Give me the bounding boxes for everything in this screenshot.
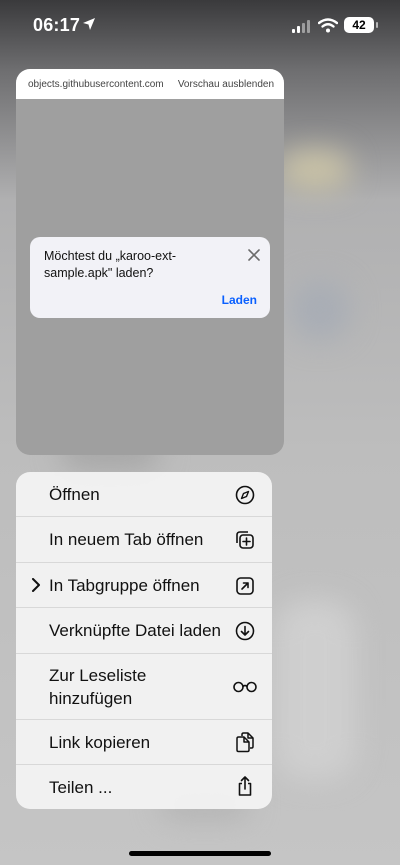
copy-documents-icon bbox=[236, 732, 254, 753]
wifi-icon bbox=[318, 18, 338, 33]
preview-url: objects.githubusercontent.com bbox=[28, 78, 164, 90]
share-icon bbox=[238, 776, 252, 796]
context-menu: Öffnen In neuem Tab öffnen In Tabgruppe … bbox=[16, 472, 272, 809]
location-arrow-icon bbox=[83, 18, 95, 30]
menu-item-label: In neuem Tab öffnen bbox=[49, 530, 204, 549]
compass-icon bbox=[235, 485, 255, 505]
download-dialog: Möchtest du „karoo-ext-sample.apk" laden… bbox=[30, 237, 270, 318]
close-icon[interactable] bbox=[246, 247, 262, 263]
menu-item-label: Verknüpfte Datei laden bbox=[49, 621, 222, 640]
menu-item-add-reading-list[interactable]: Zur Leseliste hinzufügen bbox=[16, 654, 272, 720]
battery-indicator: 42 bbox=[344, 17, 374, 33]
chevron-right-icon bbox=[32, 578, 40, 592]
status-time: 06:17 bbox=[33, 15, 81, 35]
cellular-signal-icon bbox=[292, 20, 310, 33]
arrow-up-right-square-icon bbox=[236, 577, 254, 595]
menu-item-open-tab-group[interactable]: In Tabgruppe öffnen bbox=[16, 563, 272, 608]
menu-item-label: Zur Leseliste hinzufügen bbox=[49, 666, 147, 708]
menu-item-label: In Tabgruppe öffnen bbox=[49, 576, 200, 595]
download-load-button[interactable]: Laden bbox=[222, 293, 257, 307]
home-indicator[interactable] bbox=[129, 851, 271, 856]
download-dialog-message: Möchtest du „karoo-ext-sample.apk" laden… bbox=[44, 249, 176, 280]
menu-item-copy-link[interactable]: Link kopieren bbox=[16, 720, 272, 765]
status-bar: 06:17 42 bbox=[0, 0, 400, 54]
plus-square-on-square-icon bbox=[236, 531, 254, 549]
battery-tip bbox=[376, 22, 378, 28]
menu-item-label: Teilen ... bbox=[49, 778, 113, 797]
menu-item-open[interactable]: Öffnen bbox=[16, 472, 272, 517]
menu-item-download-linked-file[interactable]: Verknüpfte Datei laden bbox=[16, 608, 272, 654]
menu-item-label: Öffnen bbox=[49, 485, 100, 504]
arrow-down-circle-icon bbox=[235, 621, 255, 641]
menu-item-open-new-tab[interactable]: In neuem Tab öffnen bbox=[16, 517, 272, 563]
hide-preview-button[interactable]: Vorschau ausblenden bbox=[178, 79, 274, 90]
menu-item-label: Link kopieren bbox=[49, 733, 151, 752]
preview-header: objects.githubusercontent.com Vorschau a… bbox=[16, 69, 284, 99]
eyeglasses-icon bbox=[233, 681, 257, 693]
link-preview[interactable]: objects.githubusercontent.com Vorschau a… bbox=[16, 69, 284, 455]
menu-item-share[interactable]: Teilen ... bbox=[16, 765, 272, 809]
